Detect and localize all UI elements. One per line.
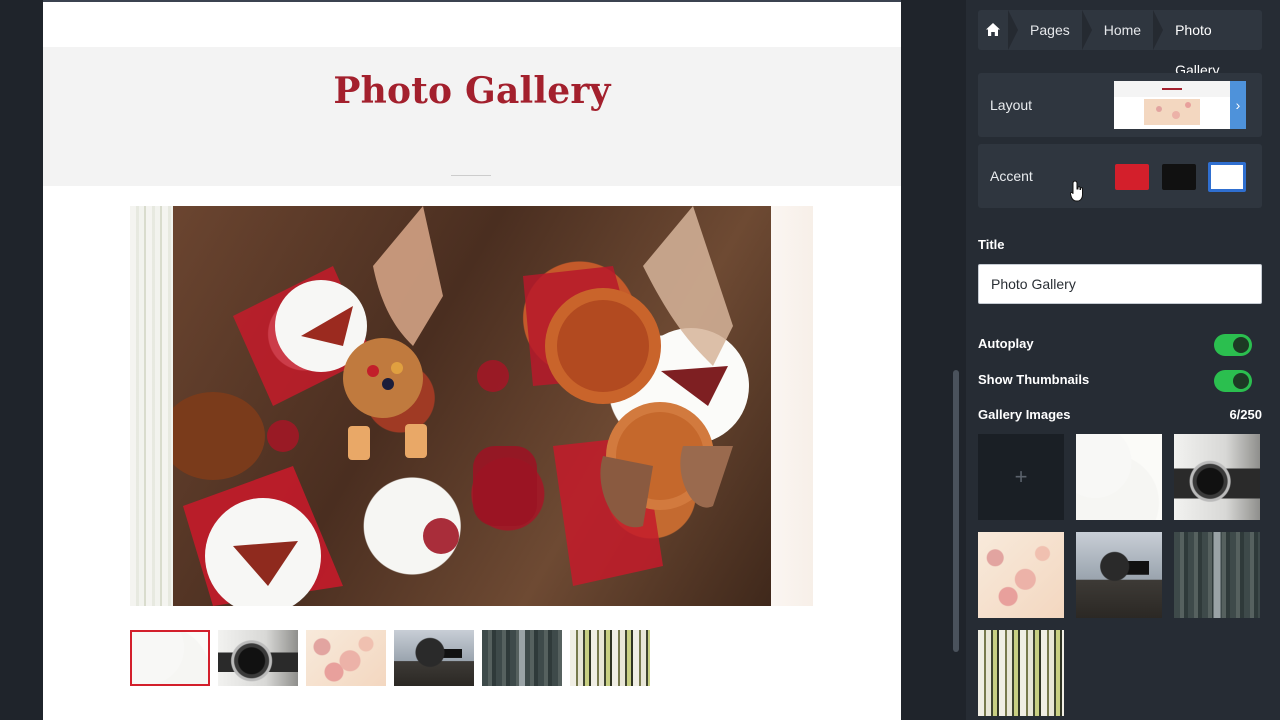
page-preview: Photo Gallery (43, 0, 901, 720)
settings-panel: Pages Home Photo Gallery Layout › Accent… (966, 0, 1280, 720)
home-icon[interactable] (978, 10, 1008, 50)
breadcrumb-home[interactable]: Home (1081, 10, 1153, 50)
show-thumbnails-toggle[interactable] (1214, 370, 1252, 392)
gallery-images-count: 6/250 (1229, 407, 1262, 422)
add-image-tile[interactable]: + (978, 434, 1064, 520)
breadcrumb-photo-gallery: Photo Gallery (1153, 10, 1262, 78)
layout-row[interactable]: Layout › (978, 73, 1262, 137)
accent-swatch-white-selected[interactable] (1208, 162, 1246, 192)
title-input[interactable] (978, 264, 1262, 304)
thumbnail-forest-road[interactable] (482, 630, 562, 686)
gallery-images-label: Gallery Images (978, 407, 1071, 422)
thumbnail-petals[interactable] (306, 630, 386, 686)
preview-top-bar (43, 0, 901, 47)
toggle-knob (1233, 337, 1249, 353)
thumbnail-birch-trees[interactable] (570, 630, 650, 686)
autoplay-label: Autoplay (978, 336, 1034, 351)
panel-scrollbar[interactable] (953, 370, 959, 652)
breadcrumb: Pages Home Photo Gallery (978, 10, 1262, 78)
layout-preview-thumbnail[interactable]: › (1114, 81, 1246, 129)
gallery-header (43, 47, 901, 186)
gallery-tile-photographer[interactable] (1076, 532, 1162, 618)
title-divider (451, 175, 491, 176)
main-slide-image[interactable] (173, 206, 771, 606)
title-section-label: Title (978, 237, 1005, 252)
gallery-tile-camera[interactable] (1174, 434, 1260, 520)
gallery-tile-forest-road[interactable] (1174, 532, 1260, 618)
gallery-tile-birch-trees[interactable] (978, 630, 1064, 716)
layout-label: Layout (990, 97, 1033, 113)
toggle-knob (1233, 373, 1249, 389)
hand-cursor-icon (1070, 180, 1083, 202)
thumbnail-food[interactable] (130, 630, 210, 686)
autoplay-toggle[interactable] (1214, 334, 1252, 356)
accent-label: Accent (990, 168, 1033, 184)
layout-mini-preview (1114, 81, 1230, 125)
chevron-right-icon[interactable]: › (1230, 81, 1246, 129)
accent-swatch-red[interactable] (1115, 164, 1149, 190)
show-thumbnails-label: Show Thumbnails (978, 372, 1090, 387)
breadcrumb-pages[interactable]: Pages (1008, 10, 1082, 50)
food-table-illustration (173, 206, 749, 606)
next-slide-peek[interactable] (771, 206, 813, 606)
gallery-tile-food[interactable] (1076, 434, 1162, 520)
accent-row: Accent (978, 144, 1262, 208)
page-title[interactable]: Photo Gallery (43, 70, 901, 112)
previous-slide-peek[interactable] (130, 206, 173, 606)
gallery-tile-petals[interactable] (978, 532, 1064, 618)
accent-swatch-black[interactable] (1162, 164, 1196, 190)
thumbnail-photographer[interactable] (394, 630, 474, 686)
plus-icon: + (1014, 464, 1028, 489)
thumbnail-camera[interactable] (218, 630, 298, 686)
